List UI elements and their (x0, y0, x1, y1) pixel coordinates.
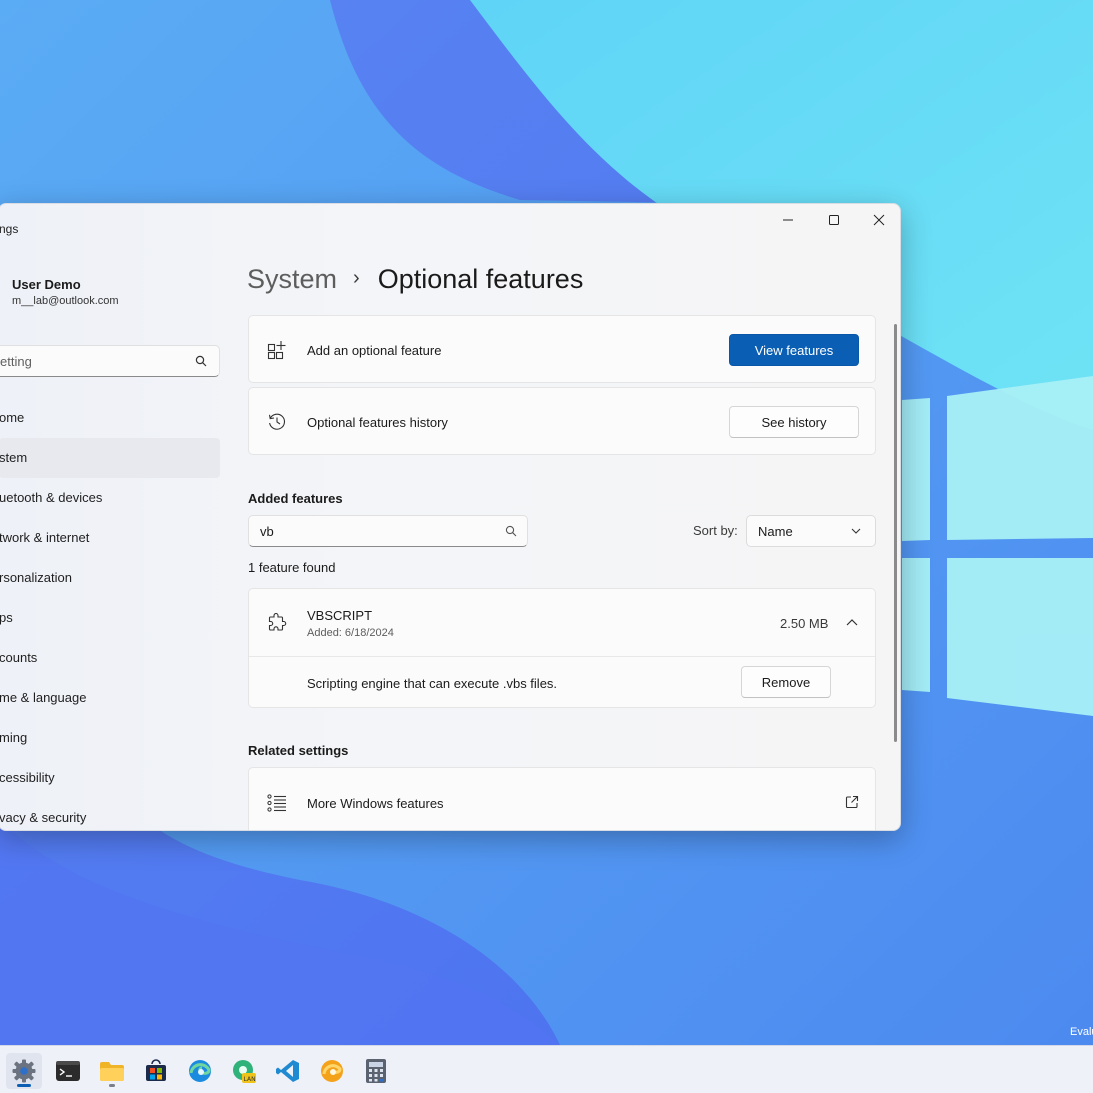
sidebar-item-label: twork & internet (0, 530, 90, 545)
taskbar-edge-dev[interactable] (314, 1053, 350, 1089)
add-optional-feature-card: Add an optional feature View features (248, 315, 876, 383)
taskbar-edge[interactable] (182, 1053, 218, 1089)
chevron-down-icon (851, 528, 861, 534)
taskbar-vscode[interactable] (270, 1053, 306, 1089)
sidebar-item-time-language[interactable]: me & language (0, 678, 220, 718)
optional-features-history-card[interactable]: Optional features history See history (248, 387, 876, 455)
svg-text:LAN: LAN (244, 1076, 256, 1083)
related-settings-heading: Related settings (248, 743, 349, 758)
feature-description: Scripting engine that can execute .vbs f… (307, 676, 558, 691)
calculator-icon (366, 1059, 386, 1083)
vscode-icon (276, 1060, 299, 1082)
close-icon (873, 214, 885, 226)
feature-filter-input[interactable]: vb (248, 515, 528, 547)
sort-by-select[interactable]: Name (746, 515, 876, 547)
feature-item-vbscript: VBSCRIPT Added: 6/18/2024 2.50 MB Script… (248, 588, 876, 708)
sidebar-item-home[interactable]: ome (0, 398, 220, 438)
feature-name: VBSCRIPT (307, 608, 373, 623)
sidebar-nav: ome stem uetooth & devices twork & inter… (0, 398, 220, 830)
running-indicator (109, 1084, 115, 1087)
sidebar-item-personalization[interactable]: rsonalization (0, 558, 220, 598)
settings-search-input[interactable]: etting (0, 345, 220, 377)
breadcrumb-parent[interactable]: System (247, 264, 337, 294)
puzzle-icon (268, 613, 287, 631)
minimize-button[interactable] (765, 204, 811, 236)
search-icon (195, 355, 207, 367)
feature-added-date: Added: 6/18/2024 (307, 627, 394, 639)
feature-size: 2.50 MB (780, 616, 829, 631)
sidebar-item-label: stem (0, 450, 28, 465)
close-button[interactable] (856, 204, 900, 236)
see-history-button[interactable]: See history (729, 406, 859, 438)
sort-by-label: Sort by: (693, 523, 738, 538)
edge-canary-icon: LAN (233, 1060, 256, 1083)
taskbar-calculator[interactable] (358, 1053, 394, 1089)
feature-item-header[interactable]: VBSCRIPT Added: 6/18/2024 2.50 MB (249, 589, 875, 657)
sidebar-item-label: vacy & security (0, 810, 87, 825)
page-title: Optional features (377, 264, 584, 294)
app-title: ngs (0, 222, 19, 236)
history-icon (268, 413, 286, 430)
sidebar-item-network-internet[interactable]: twork & internet (0, 518, 220, 558)
sidebar-item-label: ming (0, 730, 28, 745)
chevron-up-icon[interactable] (846, 618, 858, 626)
user-email: m__lab@outlook.com (12, 295, 119, 307)
sidebar-item-gaming[interactable]: ming (0, 718, 220, 758)
minimize-icon (783, 219, 793, 221)
taskbar-edge-canary[interactable]: LAN (226, 1053, 262, 1089)
breadcrumb-separator-icon: › (353, 267, 360, 289)
remove-feature-button[interactable]: Remove (741, 666, 831, 698)
search-placeholder: etting (0, 354, 32, 369)
sidebar-item-bluetooth-devices[interactable]: uetooth & devices (0, 478, 220, 518)
title-bar[interactable]: ngs (0, 204, 900, 252)
optional-features-history-label: Optional features history (307, 415, 448, 430)
folder-icon (100, 1062, 124, 1081)
search-icon (505, 525, 517, 537)
edge-dev-icon (321, 1060, 343, 1082)
sidebar-item-label: counts (0, 650, 38, 665)
terminal-icon (56, 1061, 80, 1081)
active-indicator (17, 1084, 31, 1087)
sidebar-item-accounts[interactable]: counts (0, 638, 220, 678)
sidebar-item-label: me & language (0, 690, 87, 705)
edge-browser-icon (189, 1060, 211, 1082)
settings-window: ngs User Demo m__lab@outlook.com etting … (0, 203, 901, 831)
list-icon (267, 794, 286, 812)
breadcrumb: System › Optional features (247, 264, 583, 295)
more-windows-features-card[interactable]: More Windows features (248, 767, 876, 830)
maximize-button[interactable] (811, 204, 857, 236)
taskbar: LAN (0, 1045, 1093, 1093)
scrollbar-thumb[interactable] (894, 324, 897, 742)
maximize-icon (829, 215, 839, 225)
taskbar-terminal[interactable] (50, 1053, 86, 1089)
sidebar-item-label: cessibility (0, 770, 55, 785)
sidebar-item-label: ome (0, 410, 25, 425)
sidebar-item-apps[interactable]: ps (0, 598, 220, 638)
sidebar-item-accessibility[interactable]: cessibility (0, 758, 220, 798)
settings-gear-icon (12, 1059, 36, 1083)
store-icon (146, 1059, 166, 1081)
filter-value: vb (260, 524, 274, 539)
added-features-heading: Added features (248, 491, 343, 506)
feature-count-text: 1 feature found (248, 560, 336, 575)
add-app-icon (267, 341, 286, 360)
add-optional-feature-label: Add an optional feature (307, 343, 442, 358)
taskbar-settings[interactable] (6, 1053, 42, 1089)
sidebar-item-system[interactable]: stem (0, 438, 220, 478)
taskbar-file-explorer[interactable] (94, 1053, 130, 1089)
user-name: User Demo (12, 277, 81, 292)
view-features-button[interactable]: View features (729, 334, 859, 366)
sidebar-item-privacy-security[interactable]: vacy & security (0, 798, 220, 830)
taskbar-store[interactable] (138, 1053, 174, 1089)
sort-value: Name (758, 524, 793, 539)
more-windows-features-label: More Windows features (307, 796, 444, 811)
evaluation-watermark: Evalu (1070, 1026, 1093, 1038)
sidebar-item-label: rsonalization (0, 570, 72, 585)
sidebar-item-label: uetooth & devices (0, 490, 103, 505)
external-link-icon (845, 795, 859, 809)
sidebar-item-label: ps (0, 610, 13, 625)
